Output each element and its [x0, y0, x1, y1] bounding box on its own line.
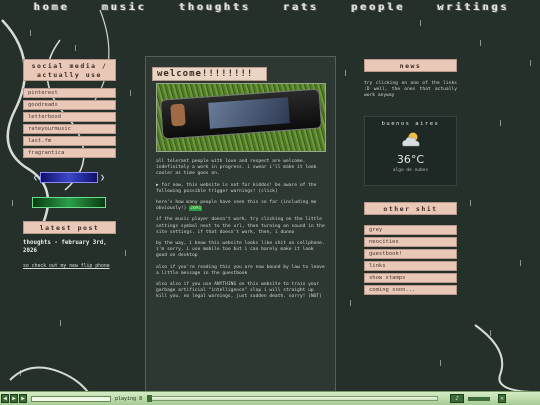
news-title: news — [364, 59, 457, 72]
music-player-bar: ◀ ▶ ▶ playing 8 ♪ ✕ — [0, 391, 540, 405]
seek-handle[interactable] — [147, 395, 153, 402]
link-grey[interactable]: grey — [364, 224, 457, 235]
progress-track[interactable] — [31, 395, 111, 402]
link-neocities[interactable]: neocities — [364, 236, 457, 247]
stamp-button-2[interactable] — [32, 197, 106, 208]
top-navigation: home music thoughts rats people writings — [0, 0, 540, 14]
news-text: try clicking on one of the links :D well… — [364, 81, 457, 99]
social-media-title: social media / actually use — [23, 59, 116, 81]
volume-slider[interactable] — [468, 396, 491, 401]
latest-post-title: latest post — [23, 221, 116, 234]
previous-track-button[interactable]: ◀ — [1, 394, 9, 403]
arrow-right-icon: ❯ — [100, 173, 105, 182]
link-links[interactable]: links — [364, 260, 457, 271]
arrow-left-icon: ❮ — [33, 173, 38, 182]
seek-bar[interactable] — [147, 395, 439, 402]
latest-post-link[interactable]: so check out my new flip phone — [23, 264, 116, 269]
swirl-decoration-right — [474, 324, 531, 393]
nav-people[interactable]: people — [319, 2, 405, 13]
nav-rats[interactable]: rats — [251, 2, 319, 13]
main-content: welcome!!!!!!!! all tolerant people with… — [145, 56, 336, 396]
other-shit-title: other shit — [364, 201, 457, 215]
link-guestbook[interactable]: guestbook! — [364, 248, 457, 259]
intro-paragraph: all tolerant people with love and respec… — [156, 159, 317, 177]
player-status: playing — [115, 395, 137, 402]
trigger-warning-link[interactable]: ▶ for now, this website is not for kiddo… — [156, 183, 327, 195]
link-rateyourmusic[interactable]: rateyourmusic — [23, 124, 116, 134]
weather-city: buenos aires — [381, 120, 440, 127]
latest-post-heading: thoughts - february 3rd, 2026 — [23, 240, 107, 254]
close-player-button[interactable]: ✕ — [498, 394, 507, 403]
right-sidebar: news try clicking on one of the links :D… — [364, 59, 457, 295]
link-show-stamps[interactable]: show stamps — [364, 272, 457, 283]
link-fragrantica[interactable]: fragrantica — [23, 148, 116, 158]
weather-widget: buenos aires 36°C algo de nubes — [364, 115, 457, 186]
link-coming-soon[interactable]: coming soon... — [364, 284, 457, 295]
weather-temperature: 36°C — [396, 152, 425, 166]
volume-icon[interactable]: ♪ — [450, 394, 465, 403]
player-track-number: 8 — [139, 395, 143, 402]
nav-music[interactable]: music — [70, 2, 147, 13]
flip-phone-photo — [156, 83, 326, 152]
next-track-button[interactable]: ▶ — [19, 394, 27, 403]
link-pinterest[interactable]: pinterest — [23, 88, 116, 98]
link-goodreads[interactable]: goodreads — [23, 100, 116, 110]
partly-cloudy-icon — [401, 132, 419, 146]
hit-counter: 2091 — [189, 206, 203, 212]
link-lastfm[interactable]: last.fm — [23, 136, 116, 146]
nav-writings[interactable]: writings — [406, 2, 510, 13]
welcome-title: welcome!!!!!!!! — [152, 67, 267, 81]
left-sidebar: social media / actually use pinterest go… — [23, 59, 116, 269]
visitor-count-text: here's how many people have seen this so… — [156, 200, 317, 212]
play-button[interactable]: ▶ — [10, 394, 18, 403]
link-letterboxd[interactable]: letterboxd — [23, 112, 116, 122]
ai-warning: also also if you use ANYTHING on this we… — [156, 282, 322, 300]
stamp-button-1[interactable]: ❮ ❯ — [33, 172, 105, 183]
nav-home[interactable]: home — [0, 2, 70, 13]
nav-thoughts[interactable]: thoughts — [147, 2, 251, 13]
music-player-note: if the music player doesn't work, try cl… — [156, 217, 325, 235]
weather-description: algo de nubes — [392, 167, 429, 173]
mobile-note: by the way, i know this website looks li… — [156, 241, 325, 259]
guestbook-note: also if you're reading this you are now … — [156, 264, 325, 276]
